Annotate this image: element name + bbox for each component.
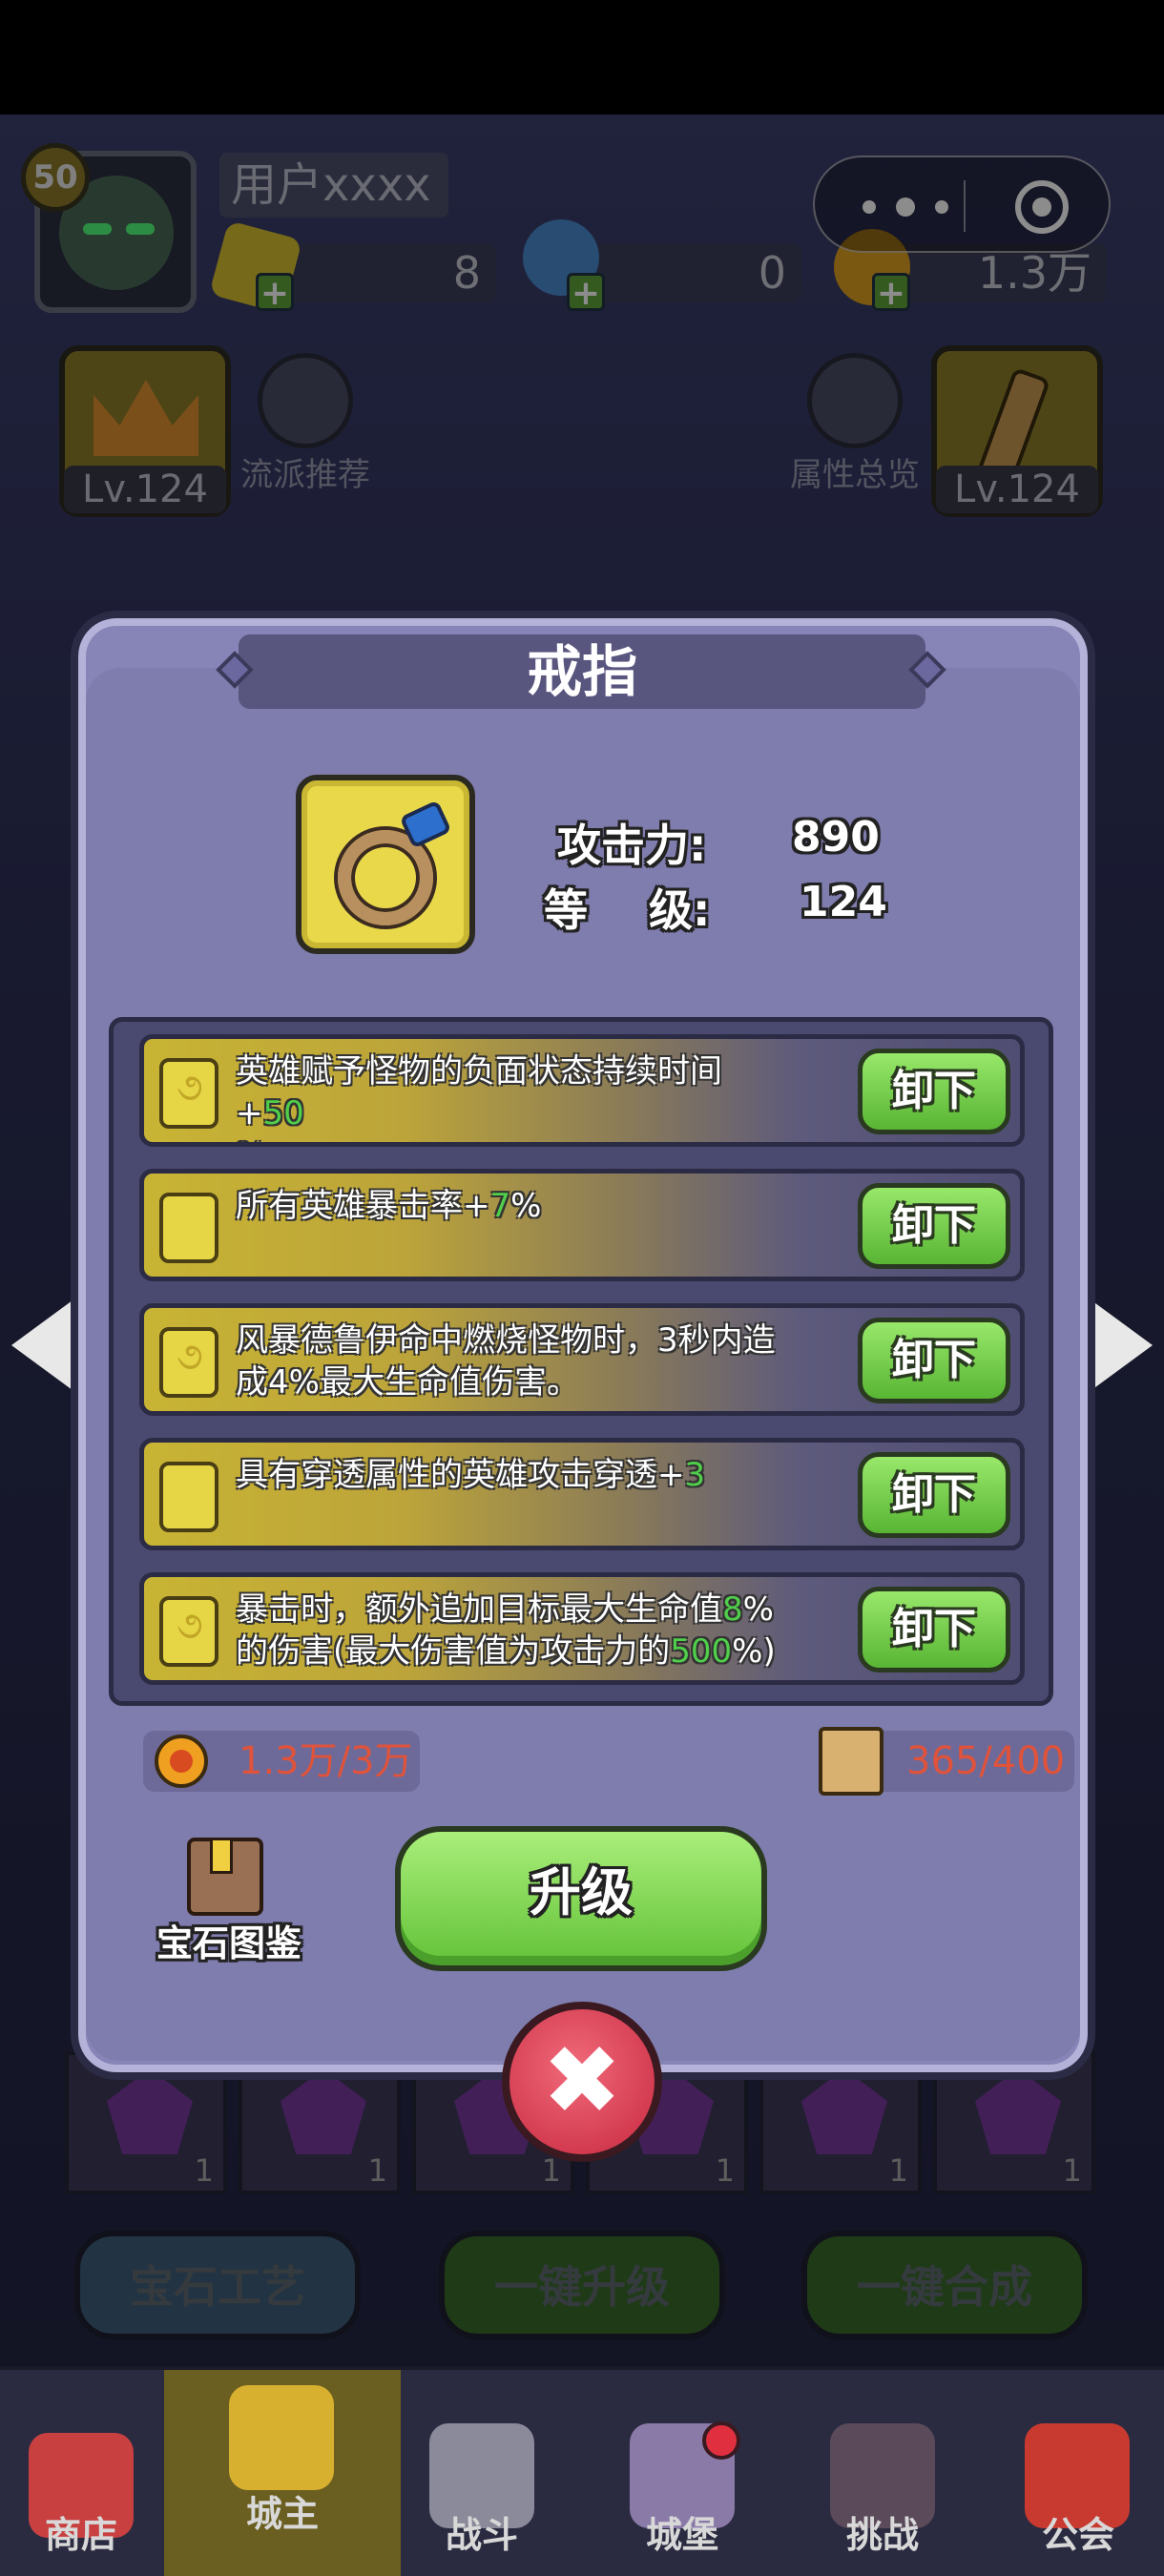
status-bar <box>0 0 1164 114</box>
ring-scroll-icon <box>819 1727 883 1796</box>
gem-effect-text: 英雄赋予怪物的负面状态持续时间+50% <box>236 1052 722 1142</box>
gem-effect-text: 风暴德鲁伊命中燃烧怪物时，3秒内造成4%最大生命值伤害。 <box>236 1321 776 1402</box>
gem-effect-text: 所有英雄暴击率+7% <box>236 1187 542 1225</box>
gem-icon <box>159 1462 218 1532</box>
attack-value: 890 <box>792 813 880 862</box>
unequip-button[interactable]: 卸下 <box>858 1183 1010 1269</box>
gem-swirl-icon <box>159 1596 218 1667</box>
unequip-button[interactable]: 卸下 <box>858 1318 1010 1403</box>
crown-icon[interactable] <box>229 2385 334 2490</box>
close-button[interactable]: ✖ <box>502 2002 662 2162</box>
scroll-cost-text: 365/400 <box>906 1739 1066 1783</box>
unequip-button[interactable]: 卸下 <box>858 1587 1010 1672</box>
panel-title: 戒指 <box>526 639 637 704</box>
ring-item-icon <box>296 775 475 954</box>
level-label: 等 级: <box>544 884 711 936</box>
gem-icon <box>159 1193 218 1263</box>
next-item-arrow-icon[interactable] <box>1088 1298 1153 1393</box>
tab-shop[interactable]: 商店 <box>0 2505 177 2558</box>
gem-codex-label[interactable]: 宝石图鉴 <box>143 1914 315 1966</box>
unequip-button[interactable]: 卸下 <box>858 1049 1010 1134</box>
tab-challenge[interactable]: 挑战 <box>787 2505 978 2558</box>
gem-effect-text: 暴击时，额外追加目标最大生命值8%的伤害(最大伤害值为攻击力的500%) <box>236 1590 776 1671</box>
gem-row: 英雄赋予怪物的负面状态持续时间+50% 卸下 <box>139 1034 1025 1147</box>
level-value: 124 <box>800 878 887 926</box>
gem-row: 所有英雄暴击率+7% 卸下 <box>139 1169 1025 1281</box>
prev-item-arrow-icon[interactable] <box>11 1298 76 1393</box>
coin-icon <box>155 1735 208 1788</box>
gem-swirl-icon <box>159 1327 218 1398</box>
unequip-button[interactable]: 卸下 <box>858 1452 1010 1538</box>
gem-row: 风暴德鲁伊命中燃烧怪物时，3秒内造成4%最大生命值伤害。 卸下 <box>139 1303 1025 1416</box>
notification-dot <box>702 2421 740 2460</box>
gem-codex-book-icon[interactable] <box>187 1838 263 1916</box>
upgrade-button-label: 升级 <box>530 1862 633 1922</box>
gem-swirl-icon <box>159 1058 218 1129</box>
close-icon: ✖ <box>542 2025 622 2136</box>
gem-row: 具有穿透属性的英雄攻击穿透+3 卸下 <box>139 1438 1025 1550</box>
tab-lord[interactable]: 城主 <box>187 2484 378 2537</box>
gem-row: 暴击时，额外追加目标最大生命值8%的伤害(最大伤害值为攻击力的500%) 卸下 <box>139 1572 1025 1685</box>
coin-cost-text: 1.3万/3万 <box>239 1739 413 1783</box>
tab-castle[interactable]: 城堡 <box>587 2505 778 2558</box>
tab-guild[interactable]: 公会 <box>983 2505 1164 2558</box>
tab-battle[interactable]: 战斗 <box>386 2505 577 2558</box>
gem-effect-text: 具有穿透属性的英雄攻击穿透+3 <box>236 1456 706 1494</box>
attack-label: 攻击力: <box>557 820 707 871</box>
